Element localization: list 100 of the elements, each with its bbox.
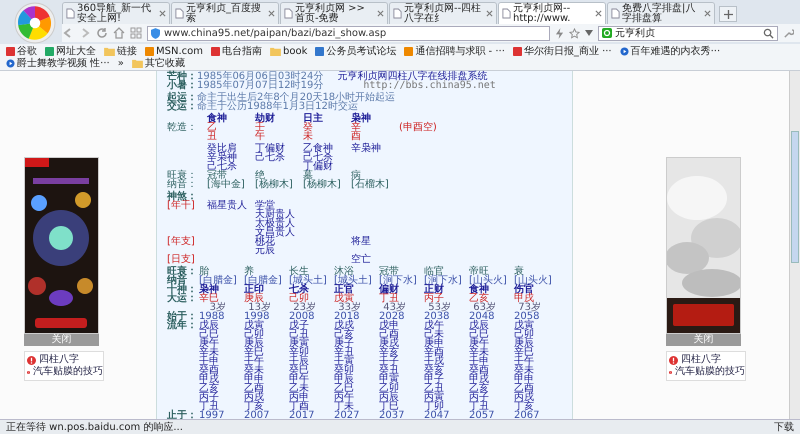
chart-label: 乾造： bbox=[167, 123, 198, 132]
pillar-label: [日支] bbox=[167, 255, 196, 264]
status-text: 正在等待 wn.pos.baidu.com 的响应... bbox=[6, 420, 183, 434]
table-cell-text: 23岁 bbox=[293, 303, 317, 312]
close-icon[interactable] bbox=[268, 10, 275, 17]
bookmark-link[interactable]: » bbox=[118, 57, 124, 69]
lightning-icon[interactable] bbox=[555, 28, 564, 38]
address-field[interactable]: www.china95.net/paipan/bazi/bazi_show.asp bbox=[147, 26, 550, 40]
hidden-stem: 癸比肩 bbox=[207, 144, 238, 153]
table-cell-text: 戊午 bbox=[424, 321, 445, 330]
row-label: 旺衰： bbox=[167, 267, 198, 276]
table-cell-text: 2058 bbox=[514, 312, 540, 321]
table-cell-text: 辛酉 bbox=[424, 348, 445, 357]
search-icon[interactable] bbox=[763, 28, 774, 38]
term-time: 1985年06月06日03时24分 bbox=[197, 71, 324, 82]
table-cell-text: 63岁 bbox=[473, 303, 497, 312]
table-cell-text: 庚午 bbox=[199, 339, 220, 348]
scroll-thumb[interactable] bbox=[791, 131, 799, 263]
table-cell-text: [涧下水] bbox=[379, 276, 418, 285]
search-engine-icon bbox=[602, 28, 612, 38]
new-tab-button[interactable] bbox=[719, 6, 737, 22]
site-icon bbox=[404, 46, 414, 56]
table-cell-text: 2037 bbox=[379, 411, 406, 420]
folder-icon bbox=[104, 46, 115, 56]
bookmark-link[interactable]: MSN.com bbox=[145, 45, 203, 57]
table-cell-text: 癸亥 bbox=[424, 366, 445, 375]
download-button[interactable]: 下载 bbox=[774, 420, 794, 434]
wrench-icon[interactable] bbox=[783, 28, 794, 38]
search-field[interactable]: 元亨利贞 bbox=[598, 26, 778, 40]
table-cell-text: 戊辰 bbox=[199, 321, 220, 330]
page-icon bbox=[66, 8, 75, 19]
term-label: 小暑： bbox=[167, 80, 197, 91]
bookmark-folder[interactable]: 其它收藏 bbox=[132, 57, 185, 69]
table-cell-text: [城头土] bbox=[334, 276, 373, 285]
table-cell-text: 乙酉 bbox=[514, 384, 535, 393]
close-icon[interactable] bbox=[704, 10, 711, 17]
table-cell-text: 甲辰 bbox=[334, 375, 355, 384]
bookmark-folder[interactable]: 链接 bbox=[104, 45, 137, 57]
bookmark-link[interactable]: 通信招聘与求职 - ··· bbox=[404, 45, 505, 57]
browser-tab[interactable]: 元亨利贞网--http://www. bbox=[498, 2, 606, 24]
luck-text: 命主于公历1988年1月3日12时交运 bbox=[197, 101, 358, 112]
row-label: 始于： bbox=[167, 312, 198, 321]
table-cell-text: 1988 bbox=[199, 312, 224, 321]
bookmark-folder[interactable]: book bbox=[270, 45, 308, 57]
close-icon[interactable] bbox=[159, 10, 166, 17]
bookmark-link[interactable]: 网址大全 bbox=[45, 45, 96, 57]
table-cell-text: 癸酉 bbox=[469, 366, 490, 375]
site-icon bbox=[512, 46, 522, 56]
ten-god-label: 劫财 bbox=[255, 114, 276, 123]
browser-tab[interactable]: 元亨利贞网 >> 首页-免费 bbox=[280, 2, 388, 24]
browser-tab[interactable]: 免费八字排盘|八字排盘算 bbox=[607, 2, 715, 24]
ten-god-label: 枭神 bbox=[351, 114, 372, 123]
table-cell-text: 己卯 bbox=[289, 294, 309, 303]
alert-icon bbox=[669, 356, 678, 364]
refresh-icon[interactable] bbox=[96, 27, 108, 39]
bookmark-link[interactable]: 电台指南 bbox=[211, 45, 262, 57]
bookmark-link[interactable]: 百年难遇的内衣秀··· bbox=[620, 45, 720, 57]
site-title: 元亨利贞网四柱八字在线排盘系统 bbox=[337, 72, 488, 81]
bookmark-link[interactable]: 华尔街日报_商业 ··· bbox=[512, 45, 612, 57]
table-cell-text: 2067 bbox=[514, 411, 540, 420]
article-link[interactable]: 四柱八字 bbox=[25, 354, 103, 366]
table-cell-text: 壬子 bbox=[379, 357, 400, 366]
article-link[interactable]: 四柱八字 bbox=[667, 354, 745, 366]
stem-char: 辛 bbox=[351, 123, 361, 132]
table-cell-text: 丁丑 bbox=[199, 402, 219, 411]
hidden-stem: 己七杀 bbox=[207, 162, 238, 171]
page-icon bbox=[393, 8, 402, 19]
bookmark-link[interactable]: 谷歌 bbox=[6, 45, 37, 57]
branch-char: 丑 bbox=[207, 132, 218, 141]
table-cell-text: 丁丑 bbox=[379, 294, 399, 303]
table-cell-text: 正财 bbox=[424, 285, 444, 294]
table-cell-text: 甲午 bbox=[289, 375, 310, 384]
browser-tab[interactable]: 360导航_新一代安全上网! bbox=[62, 2, 170, 24]
scrollbar[interactable] bbox=[789, 71, 800, 419]
browser-logo-icon[interactable] bbox=[14, 2, 56, 44]
dropdown-icon[interactable] bbox=[585, 30, 593, 36]
table-cell-text: 甲申 bbox=[514, 375, 535, 384]
table-cell-text: 食神 bbox=[469, 285, 489, 294]
strength-text: 冠带 bbox=[207, 171, 227, 180]
table-cell-text: 辛未 bbox=[199, 348, 220, 357]
browser-tab[interactable]: 元亨利贞_百度搜索 bbox=[171, 2, 279, 24]
table-cell-text: 乙未 bbox=[289, 384, 310, 393]
table-cell-text: 戊子 bbox=[289, 321, 310, 330]
bookmark-link[interactable]: 公务员考试论坛 bbox=[315, 45, 396, 57]
shield-icon bbox=[151, 28, 160, 38]
close-icon[interactable] bbox=[595, 10, 602, 17]
table-cell-text: 辛卯 bbox=[289, 348, 310, 357]
ten-god-label: 日主 bbox=[303, 114, 324, 123]
grid-icon[interactable] bbox=[130, 27, 142, 39]
close-icon[interactable] bbox=[377, 10, 384, 17]
bookmark-link[interactable]: 爵士舞教学视频 性··· bbox=[6, 57, 110, 69]
article-link[interactable]: 汽车贴膜的技巧 bbox=[25, 366, 103, 378]
close-icon[interactable] bbox=[486, 10, 493, 17]
home-icon[interactable] bbox=[113, 27, 125, 39]
site-icon bbox=[45, 46, 54, 56]
star-icon[interactable] bbox=[569, 28, 580, 38]
browser-tab[interactable]: 元亨利贞网--四柱八字在纟 bbox=[389, 2, 497, 24]
table-cell-text: 甲戌 bbox=[469, 375, 490, 384]
article-link[interactable]: 汽车贴膜的技巧 bbox=[667, 366, 745, 378]
table-cell-text: 乙亥 bbox=[199, 384, 220, 393]
